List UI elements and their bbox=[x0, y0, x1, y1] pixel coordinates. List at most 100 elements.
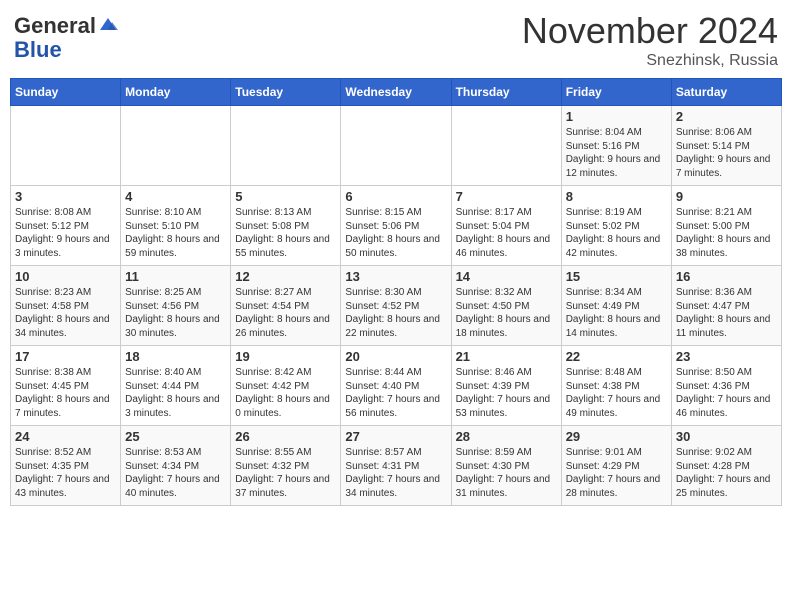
calendar-cell: 8 Sunrise: 8:19 AM Sunset: 5:02 PM Daylig… bbox=[561, 186, 671, 266]
day-number: 1 bbox=[566, 109, 667, 124]
day-number: 4 bbox=[125, 189, 226, 204]
day-number: 2 bbox=[676, 109, 777, 124]
day-info: Sunrise: 8:10 AM Sunset: 5:10 PM Dayligh… bbox=[125, 206, 226, 260]
calendar-week-row: 3Sunrise: 8:08 AM Sunset: 5:12 PM Daylig… bbox=[11, 186, 782, 266]
day-of-week-header: Wednesday bbox=[341, 79, 451, 106]
day-number: 27 bbox=[345, 429, 446, 444]
calendar-cell: 23 Sunrise: 8:50 AM Sunset: 4:36 PM Dayli… bbox=[671, 346, 781, 426]
calendar-cell: 6Sunrise: 8:15 AM Sunset: 5:06 PM Daylig… bbox=[341, 186, 451, 266]
day-info: Sunrise: 8:27 AM Sunset: 4:54 PM Dayligh… bbox=[235, 286, 336, 340]
calendar-cell bbox=[231, 106, 341, 186]
calendar-header-row: SundayMondayTuesdayWednesdayThursdayFrid… bbox=[11, 79, 782, 106]
calendar-cell: 11Sunrise: 8:25 AM Sunset: 4:56 PM Dayli… bbox=[121, 266, 231, 346]
logo-icon bbox=[98, 16, 118, 36]
day-info: Sunrise: 8:19 AM Sunset: 5:02 PM Dayligh… bbox=[566, 206, 667, 260]
day-info: Sunrise: 8:23 AM Sunset: 4:58 PM Dayligh… bbox=[15, 286, 116, 340]
day-of-week-header: Sunday bbox=[11, 79, 121, 106]
month-title: November 2024 bbox=[522, 10, 778, 52]
day-number: 23 bbox=[676, 349, 777, 364]
calendar-cell: 28 Sunrise: 8:59 AM Sunset: 4:30 PM Dayli… bbox=[451, 426, 561, 506]
calendar-cell bbox=[11, 106, 121, 186]
day-info: Sunrise: 8:30 AM Sunset: 4:52 PM Dayligh… bbox=[345, 286, 446, 340]
day-number: 28 bbox=[456, 429, 557, 444]
calendar-cell: 25Sunrise: 8:53 AM Sunset: 4:34 PM Dayli… bbox=[121, 426, 231, 506]
day-number: 10 bbox=[15, 269, 116, 284]
day-number: 18 bbox=[125, 349, 226, 364]
day-number: 8 bbox=[566, 189, 667, 204]
day-info: Sunrise: 8:06 AM Sunset: 5:14 PM Dayligh… bbox=[676, 126, 777, 180]
day-of-week-header: Friday bbox=[561, 79, 671, 106]
day-info: Sunrise: 8:48 AM Sunset: 4:38 PM Dayligh… bbox=[566, 366, 667, 420]
day-info: Sunrise: 8:40 AM Sunset: 4:44 PM Dayligh… bbox=[125, 366, 226, 420]
calendar-cell bbox=[341, 106, 451, 186]
calendar-week-row: 24 Sunrise: 8:52 AM Sunset: 4:35 PM Dayli… bbox=[11, 426, 782, 506]
calendar-cell: 19Sunrise: 8:42 AM Sunset: 4:42 PM Dayli… bbox=[231, 346, 341, 426]
day-number: 12 bbox=[235, 269, 336, 284]
day-info: Sunrise: 8:52 AM Sunset: 4:35 PM Dayligh… bbox=[15, 446, 116, 500]
day-number: 14 bbox=[456, 269, 557, 284]
calendar-table: SundayMondayTuesdayWednesdayThursdayFrid… bbox=[10, 78, 782, 506]
day-info: Sunrise: 8:32 AM Sunset: 4:50 PM Dayligh… bbox=[456, 286, 557, 340]
day-info: Sunrise: 8:34 AM Sunset: 4:49 PM Dayligh… bbox=[566, 286, 667, 340]
day-info: Sunrise: 8:50 AM Sunset: 4:36 PM Dayligh… bbox=[676, 366, 777, 420]
day-info: Sunrise: 8:38 AM Sunset: 4:45 PM Dayligh… bbox=[15, 366, 116, 420]
day-info: Sunrise: 8:21 AM Sunset: 5:00 PM Dayligh… bbox=[676, 206, 777, 260]
day-number: 30 bbox=[676, 429, 777, 444]
title-area: November 2024 Snezhinsk, Russia bbox=[522, 10, 778, 70]
day-number: 19 bbox=[235, 349, 336, 364]
day-number: 7 bbox=[456, 189, 557, 204]
calendar-cell: 14 Sunrise: 8:32 AM Sunset: 4:50 PM Dayli… bbox=[451, 266, 561, 346]
calendar-cell: 4 Sunrise: 8:10 AM Sunset: 5:10 PM Daylig… bbox=[121, 186, 231, 266]
calendar-cell: 30 Sunrise: 9:02 AM Sunset: 4:28 PM Dayli… bbox=[671, 426, 781, 506]
day-number: 29 bbox=[566, 429, 667, 444]
calendar-cell: 24 Sunrise: 8:52 AM Sunset: 4:35 PM Dayli… bbox=[11, 426, 121, 506]
calendar-week-row: 1 Sunrise: 8:04 AM Sunset: 5:16 PM Daylig… bbox=[11, 106, 782, 186]
day-info: Sunrise: 9:02 AM Sunset: 4:28 PM Dayligh… bbox=[676, 446, 777, 500]
calendar-cell: 29Sunrise: 9:01 AM Sunset: 4:29 PM Dayli… bbox=[561, 426, 671, 506]
page-header: General Blue November 2024 Snezhinsk, Ru… bbox=[10, 10, 782, 70]
day-info: Sunrise: 8:15 AM Sunset: 5:06 PM Dayligh… bbox=[345, 206, 446, 260]
day-info: Sunrise: 8:04 AM Sunset: 5:16 PM Dayligh… bbox=[566, 126, 667, 180]
location-title: Snezhinsk, Russia bbox=[522, 52, 778, 70]
calendar-cell: 2 Sunrise: 8:06 AM Sunset: 5:14 PM Daylig… bbox=[671, 106, 781, 186]
calendar-cell bbox=[451, 106, 561, 186]
day-of-week-header: Monday bbox=[121, 79, 231, 106]
day-of-week-header: Saturday bbox=[671, 79, 781, 106]
day-number: 9 bbox=[676, 189, 777, 204]
calendar-cell: 13 Sunrise: 8:30 AM Sunset: 4:52 PM Dayli… bbox=[341, 266, 451, 346]
calendar-cell: 12 Sunrise: 8:27 AM Sunset: 4:54 PM Dayli… bbox=[231, 266, 341, 346]
calendar-cell: 15 Sunrise: 8:34 AM Sunset: 4:49 PM Dayli… bbox=[561, 266, 671, 346]
calendar-cell: 10 Sunrise: 8:23 AM Sunset: 4:58 PM Dayli… bbox=[11, 266, 121, 346]
calendar-cell: 9 Sunrise: 8:21 AM Sunset: 5:00 PM Daylig… bbox=[671, 186, 781, 266]
day-info: Sunrise: 8:53 AM Sunset: 4:34 PM Dayligh… bbox=[125, 446, 226, 500]
calendar-cell: 20Sunrise: 8:44 AM Sunset: 4:40 PM Dayli… bbox=[341, 346, 451, 426]
day-info: Sunrise: 8:55 AM Sunset: 4:32 PM Dayligh… bbox=[235, 446, 336, 500]
day-number: 16 bbox=[676, 269, 777, 284]
calendar-cell: 16Sunrise: 8:36 AM Sunset: 4:47 PM Dayli… bbox=[671, 266, 781, 346]
calendar-cell: 26 Sunrise: 8:55 AM Sunset: 4:32 PM Dayli… bbox=[231, 426, 341, 506]
day-number: 24 bbox=[15, 429, 116, 444]
day-info: Sunrise: 8:17 AM Sunset: 5:04 PM Dayligh… bbox=[456, 206, 557, 260]
day-info: Sunrise: 8:57 AM Sunset: 4:31 PM Dayligh… bbox=[345, 446, 446, 500]
calendar-cell: 18 Sunrise: 8:40 AM Sunset: 4:44 PM Dayli… bbox=[121, 346, 231, 426]
calendar-cell: 5 Sunrise: 8:13 AM Sunset: 5:08 PM Daylig… bbox=[231, 186, 341, 266]
calendar-cell: 3Sunrise: 8:08 AM Sunset: 5:12 PM Daylig… bbox=[11, 186, 121, 266]
day-number: 5 bbox=[235, 189, 336, 204]
day-info: Sunrise: 8:59 AM Sunset: 4:30 PM Dayligh… bbox=[456, 446, 557, 500]
calendar-cell bbox=[121, 106, 231, 186]
day-number: 17 bbox=[15, 349, 116, 364]
day-number: 13 bbox=[345, 269, 446, 284]
day-number: 3 bbox=[15, 189, 116, 204]
logo-general-text: General bbox=[14, 14, 96, 38]
day-number: 11 bbox=[125, 269, 226, 284]
calendar-cell: 1 Sunrise: 8:04 AM Sunset: 5:16 PM Daylig… bbox=[561, 106, 671, 186]
day-number: 20 bbox=[345, 349, 446, 364]
calendar-week-row: 10 Sunrise: 8:23 AM Sunset: 4:58 PM Dayli… bbox=[11, 266, 782, 346]
day-info: Sunrise: 8:13 AM Sunset: 5:08 PM Dayligh… bbox=[235, 206, 336, 260]
calendar-cell: 21Sunrise: 8:46 AM Sunset: 4:39 PM Dayli… bbox=[451, 346, 561, 426]
calendar-cell: 17 Sunrise: 8:38 AM Sunset: 4:45 PM Dayli… bbox=[11, 346, 121, 426]
calendar-cell: 22Sunrise: 8:48 AM Sunset: 4:38 PM Dayli… bbox=[561, 346, 671, 426]
logo: General Blue bbox=[14, 10, 118, 62]
day-number: 26 bbox=[235, 429, 336, 444]
day-number: 15 bbox=[566, 269, 667, 284]
